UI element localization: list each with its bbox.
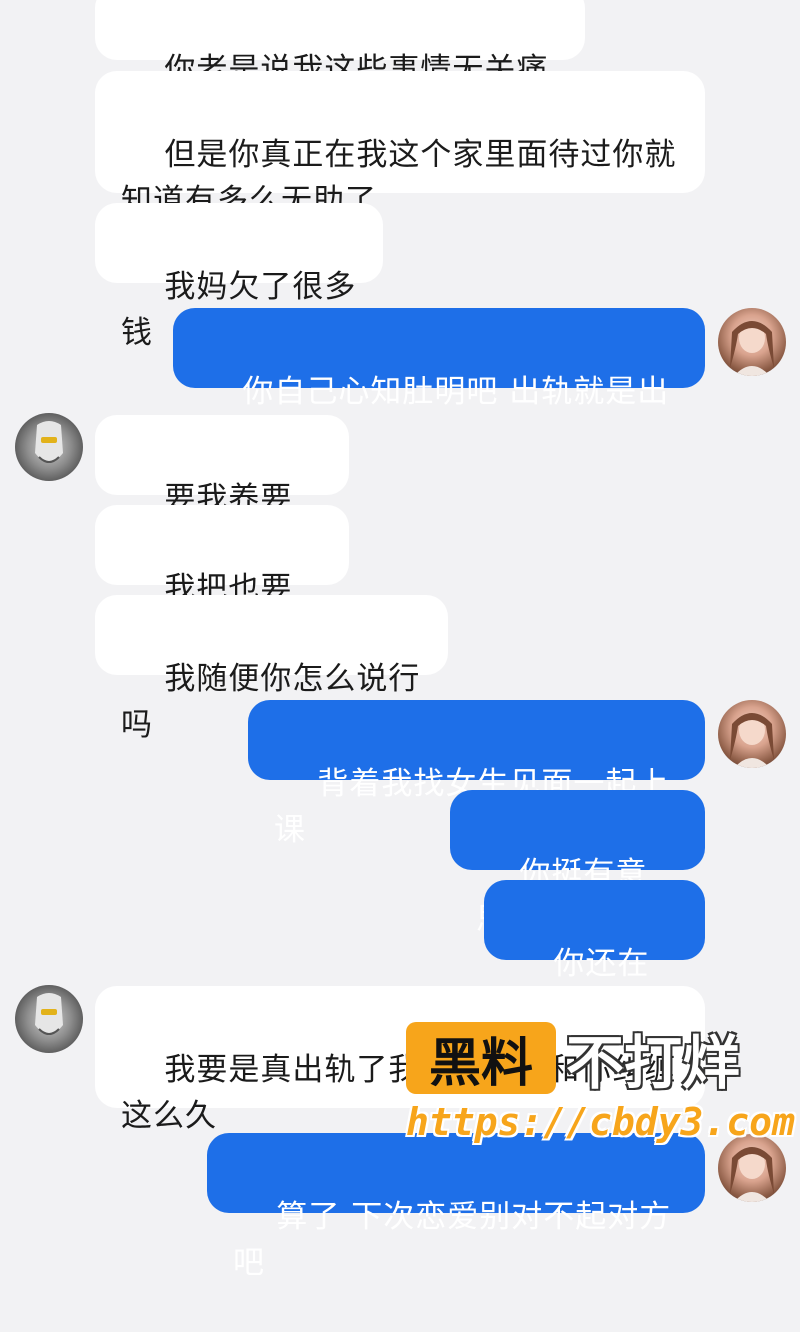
message-text: 算了 下次恋爱别对不起对方吧 (233, 1199, 672, 1281)
portrait-icon (730, 321, 774, 376)
contact-avatar[interactable] (15, 413, 83, 481)
portrait-icon (730, 713, 774, 768)
watermark-url: https://cbdy3.com (406, 1100, 795, 1144)
watermark-logo-box: 黑料 (406, 1022, 556, 1094)
watermark-brand-highlight: 黑料 (428, 1033, 533, 1094)
message-bubble-incoming[interactable]: 我随便你怎么说行吗 (95, 595, 448, 743)
user-avatar[interactable] (718, 700, 786, 768)
watermark-brand-text: 不打烊 (566, 1029, 741, 1097)
message-bubble-outgoing[interactable]: 你还在逃避 (484, 880, 705, 1028)
message-bubble-incoming[interactable]: 但是你真正在我这个家里面待过你就 知道有多么无助了 (95, 71, 705, 219)
user-avatar[interactable] (718, 308, 786, 376)
message-bubble-outgoing[interactable]: 你自己心知肚明吧 出轨就是出轨 (173, 308, 705, 456)
message-bubble-incoming[interactable]: 要我养要我还 (95, 415, 349, 563)
mask-icon (35, 993, 63, 1035)
watermark: 黑料 不打烊 https://cbdy3.com (406, 1022, 795, 1172)
message-bubble-incoming[interactable]: 我把也要我养 (95, 505, 349, 653)
message-bubble-incoming[interactable]: 我妈欠了很多钱 (95, 203, 383, 351)
mask-icon (35, 421, 63, 463)
message-bubble-outgoing[interactable]: 背着我找女生见面一起上课 (248, 700, 705, 848)
contact-avatar[interactable] (15, 985, 83, 1053)
message-bubble-outgoing[interactable]: 你挺有意思的 (450, 790, 705, 938)
message-bubble-incoming[interactable]: 你老是说我这些事情无关痛痒 (95, 0, 585, 134)
